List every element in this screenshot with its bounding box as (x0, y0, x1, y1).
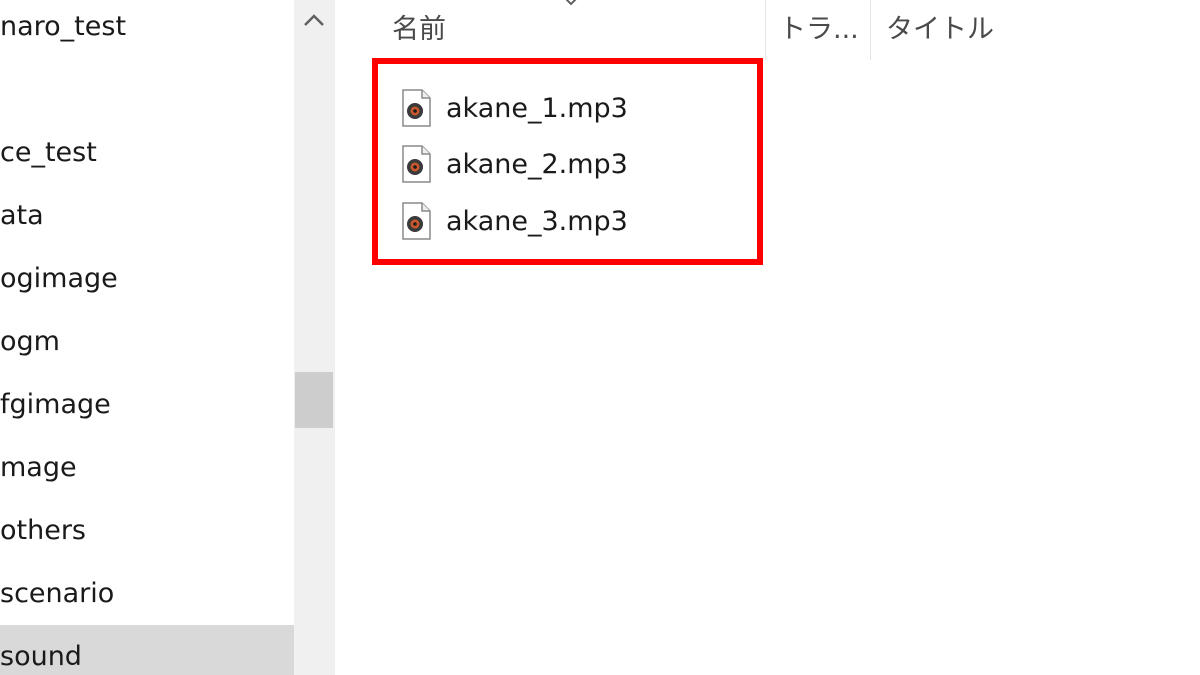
nav-item-label: others (0, 515, 86, 546)
nav-item-label: fgimage (0, 389, 111, 420)
nav-item-label: ata (0, 200, 44, 231)
nav-item-label: ogimage (0, 263, 118, 294)
nav-item-label: mage (0, 452, 77, 483)
nav-item-label: sound (0, 641, 82, 672)
nav-item-naro-test[interactable]: naro_test (0, 0, 294, 57)
column-header-track[interactable]: トラ... (779, 0, 859, 60)
file-explorer-window: naro_test ce_test ata ogimage ogm fgimag… (0, 0, 1200, 675)
scroll-up-button[interactable] (294, 0, 334, 40)
navigation-pane: naro_test ce_test ata ogimage ogm fgimag… (0, 0, 294, 675)
nav-item-scenario[interactable]: scenario (0, 564, 294, 624)
nav-scrollbar[interactable] (294, 0, 334, 675)
nav-item-ata[interactable]: ata (0, 186, 294, 246)
nav-item-ce-test[interactable]: ce_test (0, 123, 294, 183)
nav-item-label: ogm (0, 326, 60, 357)
nav-item-sound[interactable]: sound (0, 625, 294, 675)
nav-item-mage[interactable]: mage (0, 438, 294, 498)
nav-item-ogm[interactable]: ogm (0, 312, 294, 372)
column-separator[interactable] (765, 0, 766, 60)
sort-caret-icon (565, 0, 577, 6)
nav-item-others[interactable]: others (0, 501, 294, 561)
nav-item-fgimage[interactable]: fgimage (0, 375, 294, 435)
nav-item-label: naro_test (0, 11, 127, 42)
highlight-annotation-box (372, 58, 763, 265)
nav-item-label: scenario (0, 578, 115, 609)
nav-item-ogimage[interactable]: ogimage (0, 249, 294, 309)
chevron-up-icon (304, 14, 324, 26)
pane-divider[interactable] (334, 0, 342, 675)
nav-item-label: ce_test (0, 137, 97, 168)
scrollbar-thumb[interactable] (295, 372, 333, 428)
column-header-title[interactable]: タイトル (886, 0, 994, 60)
column-header-name[interactable]: 名前 (392, 0, 446, 60)
column-separator[interactable] (870, 0, 871, 60)
